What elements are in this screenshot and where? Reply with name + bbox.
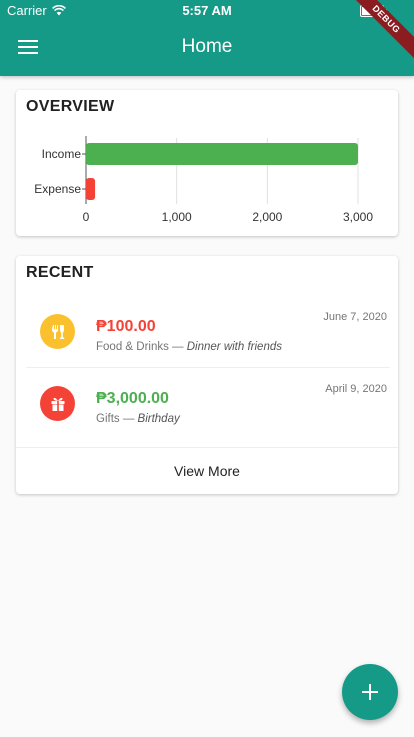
transaction-note: Birthday [137,413,180,425]
transaction-separator: — [168,341,187,353]
bar-income [86,143,358,165]
bar-expense [86,178,96,200]
transaction-amount: ₱3,000.00 [96,390,169,407]
status-time: 5:57 AM [182,3,232,18]
transaction-category: Gifts [96,413,120,425]
divider [26,367,390,368]
transaction-item[interactable]: ₱3,000.00 Gifts — Birthday April 9, 2020 [26,370,390,442]
recent-title: RECENT [26,264,94,281]
add-transaction-button[interactable] [342,664,398,720]
view-more-button[interactable]: View More [16,448,398,494]
gift-icon [40,386,75,421]
page-title: Home [181,36,233,57]
app-bar: Carrier 5:57 AM Home DEBUG [0,0,414,76]
x-tick-label: 0 [83,210,90,224]
category-label: Income [42,147,82,161]
x-tick-label: 1,000 [162,210,192,224]
transaction-date: April 9, 2020 [325,383,387,395]
status-bar: Carrier 5:57 AM [0,0,414,22]
transaction-note: Dinner with friends [186,341,282,353]
x-tick-label: 2,000 [252,210,282,224]
x-tick-label: 3,000 [343,210,373,224]
utensils-icon [40,314,75,349]
plus-icon [362,684,378,700]
transaction-item[interactable]: ₱100.00 Food & Drinks — Dinner with frie… [26,298,390,370]
overview-chart: 0 1,000 2,000 3,000 Income Expense [34,136,373,224]
transaction-description: Food & Drinks — Dinner with friends [96,341,282,353]
overview-card: OVERVIEW 0 1,000 2,000 3,000 Income Expense [16,90,398,236]
transaction-amount: ₱100.00 [96,318,156,335]
category-label: Expense [34,182,81,196]
recent-card: RECENT ₱100.00 Food & Drinks — Dinner wi… [16,256,398,494]
transaction-separator: — [119,413,138,425]
transaction-category: Food & Drinks [96,341,169,353]
transaction-description: Gifts — Birthday [96,413,180,425]
transaction-date: June 7, 2020 [323,311,387,323]
